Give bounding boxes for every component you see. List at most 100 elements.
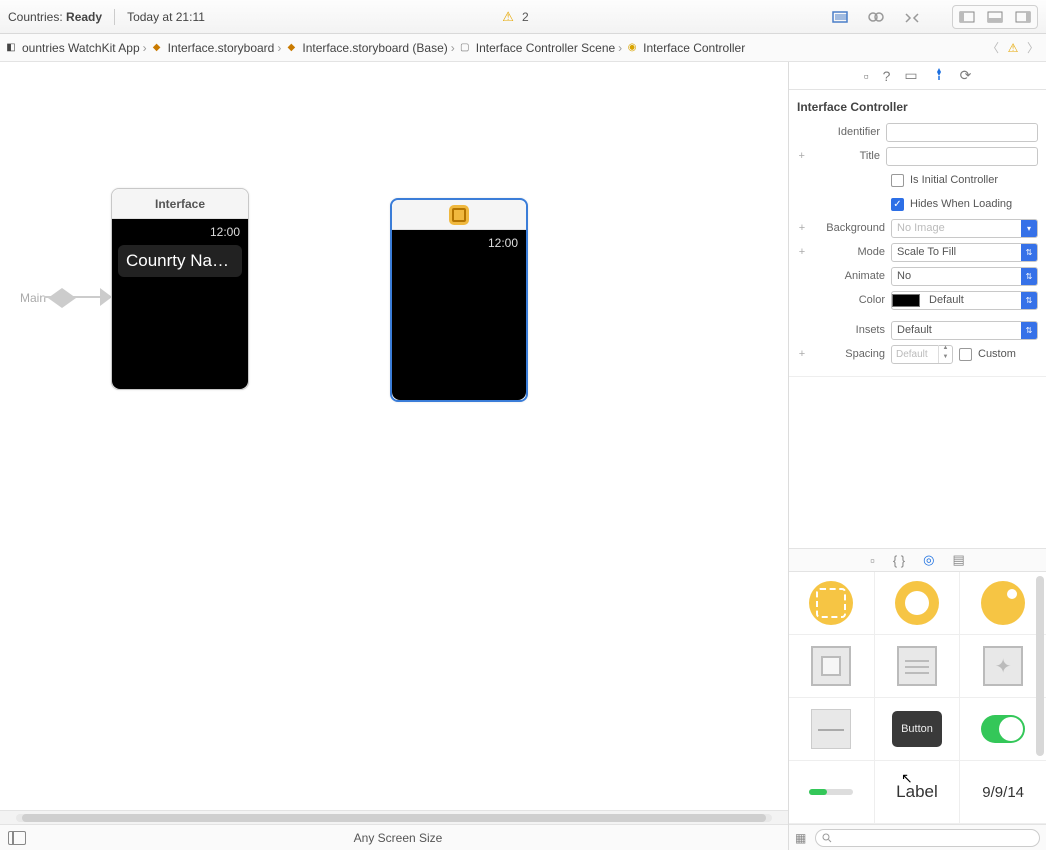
build-time: Today at 21:11 — [127, 10, 205, 24]
identity-inspector-tab[interactable]: ▭ — [904, 67, 917, 84]
scene-icon: ▢ — [458, 41, 472, 55]
horizontal-scrollbar[interactable] — [0, 810, 788, 824]
scene-title: Interface — [112, 189, 248, 219]
storyboard-icon: ◆ — [150, 41, 164, 55]
lib-group[interactable] — [789, 635, 875, 698]
lib-image[interactable] — [960, 635, 1046, 698]
toggle-debug-area-button[interactable] — [982, 7, 1008, 27]
animate-label: Animate — [813, 270, 885, 282]
attributes-inspector: Interface Controller Identifier + Title … — [789, 90, 1046, 377]
animate-select[interactable]: No⇅ — [891, 267, 1038, 286]
interface-controller-icon[interactable] — [449, 205, 469, 225]
insets-select[interactable]: Default⇅ — [891, 321, 1038, 340]
identifier-label: Identifier — [812, 126, 880, 138]
size-class-control[interactable]: Any Screen Size — [34, 831, 762, 845]
section-heading: Interface Controller — [797, 96, 1038, 120]
standard-editor-button[interactable] — [826, 6, 854, 28]
custom-checkbox[interactable] — [959, 348, 972, 361]
watch-screen[interactable]: 12:00 Counrty Na… — [112, 219, 248, 389]
code-snippet-tab[interactable]: { } — [893, 553, 905, 568]
lib-switch[interactable] — [960, 698, 1046, 761]
chevron-icon: › — [143, 41, 147, 55]
library-search-input[interactable] — [815, 829, 1040, 847]
app-icon: ◧ — [4, 41, 18, 55]
spacing-stepper[interactable]: Default▲▼ — [891, 345, 953, 364]
interface-scene-selected[interactable]: 12:00 — [390, 198, 528, 402]
add-variation-button[interactable]: + — [797, 150, 806, 162]
table-row-cell[interactable]: Counrty Na… — [118, 245, 242, 277]
add-variation-button[interactable]: + — [797, 222, 807, 234]
size-inspector-tab[interactable]: ⟳ — [960, 67, 972, 84]
add-variation-button[interactable]: + — [797, 348, 807, 360]
separator — [114, 9, 115, 25]
scene-titlebar[interactable] — [392, 200, 526, 230]
toggle-utilities-button[interactable] — [1010, 7, 1036, 27]
entry-point-arrow[interactable]: Main — [20, 288, 76, 308]
hides-loading-label: Hides When Loading — [910, 198, 1012, 210]
version-editor-button[interactable] — [898, 6, 926, 28]
lib-notification-controller[interactable] — [960, 572, 1046, 635]
attributes-inspector-tab[interactable] — [932, 67, 946, 84]
history-back-button[interactable]: 〈 — [984, 39, 1002, 56]
assistant-editor-button[interactable] — [862, 6, 890, 28]
grid-view-toggle[interactable]: ▦ — [795, 831, 809, 845]
watch-screen[interactable]: 12:00 — [392, 230, 526, 400]
status-time: 12:00 — [118, 223, 242, 243]
lib-slider[interactable] — [789, 761, 875, 824]
object-library-tab[interactable]: ◎ — [923, 552, 934, 568]
lib-separator[interactable] — [789, 698, 875, 761]
is-initial-checkbox[interactable] — [891, 174, 904, 187]
library-scrollbar[interactable] — [1036, 576, 1044, 756]
toolbar: Countries: Ready Today at 21:11 ⚠ 2 — [0, 0, 1046, 34]
quick-help-tab[interactable]: ? — [883, 68, 891, 84]
add-variation-button[interactable]: + — [797, 246, 807, 258]
is-initial-label: Is Initial Controller — [910, 174, 998, 186]
entry-label: Main — [20, 291, 46, 305]
crumb-app[interactable]: ◧ountries WatchKit App — [4, 41, 140, 55]
controller-icon: ◉ — [625, 41, 639, 55]
breadcrumb-nav: 〈 ⚠ 〉 — [984, 39, 1042, 56]
lib-interface-controller[interactable] — [789, 572, 875, 635]
hides-loading-checkbox[interactable]: ✓ — [891, 198, 904, 211]
background-select[interactable]: No Image▾ — [891, 219, 1038, 238]
identifier-field[interactable] — [886, 123, 1038, 142]
warning-count[interactable]: 2 — [522, 10, 529, 24]
lib-table[interactable] — [875, 635, 961, 698]
lib-date[interactable]: 9/9/14 — [960, 761, 1046, 824]
spacing-label: Spacing — [813, 348, 885, 360]
lib-button[interactable]: Button — [875, 698, 961, 761]
title-label: Title — [812, 150, 880, 162]
object-library[interactable]: Button Label 9/9/14 ↖ — [789, 572, 1046, 824]
color-swatch — [892, 294, 920, 307]
color-select[interactable]: Default⇅ — [891, 291, 1038, 310]
file-inspector-tab[interactable]: ▫ — [864, 68, 869, 84]
library-search-bar: ▦ — [789, 824, 1046, 850]
mode-select[interactable]: Scale To Fill⇅ — [891, 243, 1038, 262]
storyboard-canvas[interactable]: Main Interface 12:00 Counrty Na… — [0, 62, 788, 810]
build-status: Countries: Ready — [8, 10, 102, 24]
media-library-tab[interactable]: ▤ — [952, 552, 964, 568]
chevron-icon: › — [618, 41, 622, 55]
crumb-base[interactable]: ◆Interface.storyboard (Base) — [284, 41, 447, 55]
crumb-scene[interactable]: ▢Interface Controller Scene — [458, 41, 615, 55]
chevron-icon: › — [277, 41, 281, 55]
crumb-controller[interactable]: ◉Interface Controller — [625, 41, 745, 55]
issues-button[interactable]: ⚠ — [1004, 41, 1022, 55]
custom-label: Custom — [978, 348, 1016, 360]
storyboard-icon: ◆ — [284, 41, 298, 55]
library-tabs: ▫ { } ◎ ▤ — [789, 548, 1046, 572]
lib-glance-controller[interactable] — [875, 572, 961, 635]
chevron-icon: › — [451, 41, 455, 55]
document-outline-toggle[interactable] — [8, 831, 26, 845]
warning-icon[interactable]: ⚠ — [502, 9, 514, 25]
insets-label: Insets — [813, 324, 885, 336]
crumb-storyboard[interactable]: ◆Interface.storyboard — [150, 41, 275, 55]
file-template-tab[interactable]: ▫ — [870, 553, 875, 568]
interface-scene-main[interactable]: Interface 12:00 Counrty Na… — [111, 188, 249, 390]
mode-label: Mode — [813, 246, 885, 258]
history-forward-button[interactable]: 〉 — [1024, 39, 1042, 56]
lib-label[interactable]: Label — [875, 761, 961, 824]
background-label: Background — [813, 222, 885, 234]
title-field[interactable] — [886, 147, 1038, 166]
toggle-navigator-button[interactable] — [954, 7, 980, 27]
